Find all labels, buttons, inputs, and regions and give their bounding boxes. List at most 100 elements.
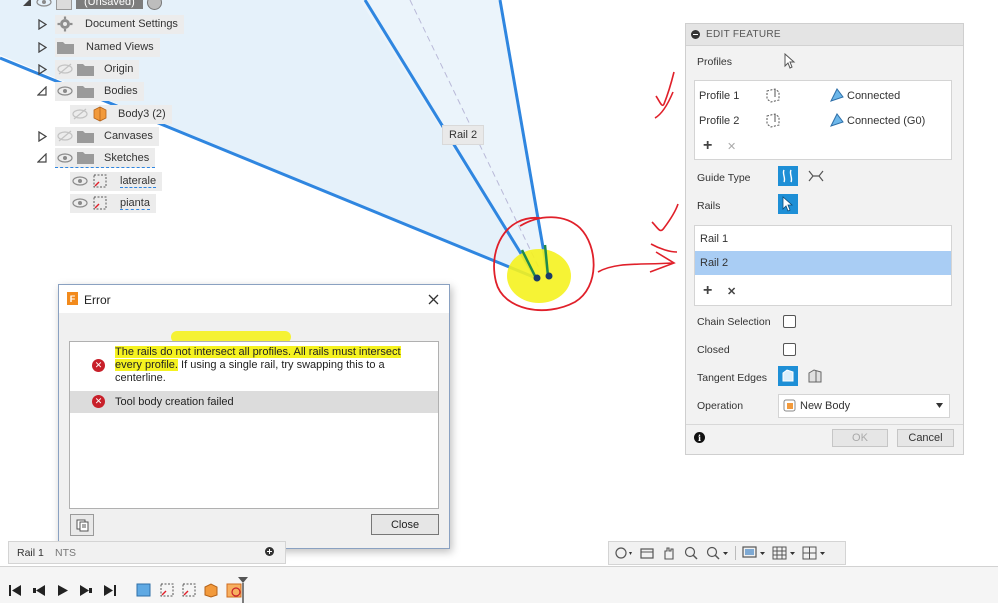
rail-2-canvas-label[interactable]: Rail 2 [442, 125, 485, 145]
expand-down-icon[interactable] [35, 84, 49, 98]
viewports-icon[interactable] [802, 545, 826, 561]
eye-icon[interactable] [72, 174, 88, 188]
tree-root-row[interactable]: (Unsaved) [20, 0, 168, 12]
error-icon: ✕ [92, 359, 105, 372]
expand-right-icon[interactable] [35, 129, 49, 143]
expand-right-icon[interactable] [35, 62, 49, 76]
dialog-titlebar[interactable]: F Error [59, 285, 449, 313]
rail-row-2-selected[interactable]: Rail 2 [695, 251, 951, 275]
close-icon[interactable] [428, 294, 439, 305]
go-to-start-icon[interactable] [8, 584, 22, 597]
eye-icon[interactable] [36, 0, 52, 9]
error-row-2[interactable]: ✕ Tool body creation failed [70, 391, 438, 413]
select-cursor-icon[interactable] [784, 53, 796, 69]
copy-button[interactable] [70, 514, 94, 536]
expand-right-icon[interactable] [35, 17, 49, 31]
rail-name: Rail 1 [700, 233, 729, 245]
remove-rail-button[interactable]: ✕ [727, 285, 736, 298]
error-icon: ✕ [92, 395, 105, 408]
tree-item-named-views[interactable]: Named Views [35, 37, 160, 57]
step-back-icon[interactable] [32, 584, 46, 597]
eye-hidden-icon[interactable] [72, 107, 88, 121]
panel-title: EDIT FEATURE [706, 29, 781, 40]
tree-item-origin[interactable]: Origin [35, 59, 140, 79]
collapse-icon[interactable] [691, 30, 700, 39]
step-forward-icon[interactable] [79, 584, 93, 597]
ok-button[interactable]: OK [832, 429, 888, 447]
operation-dropdown[interactable]: New Body [778, 394, 950, 418]
guide-type-rails-button[interactable] [778, 166, 798, 186]
remove-profile-button[interactable]: ✕ [727, 140, 736, 153]
new-body-icon [783, 399, 796, 412]
add-profile-button[interactable]: + [703, 137, 712, 155]
timeline-sketch-icon-2[interactable] [181, 582, 197, 598]
error-row-1[interactable]: ✕ The rails do not intersect all profile… [70, 342, 438, 390]
closed-checkbox[interactable] [783, 343, 796, 356]
eye-icon[interactable] [72, 196, 88, 210]
pan-hand-icon[interactable] [661, 545, 677, 561]
orbit-icon[interactable] [613, 545, 633, 561]
guide-type-label: Guide Type [697, 172, 751, 184]
profile-row-2[interactable]: Profile 2 Connected (G0) [699, 112, 949, 132]
eye-hidden-icon[interactable] [57, 129, 73, 143]
profile-condition[interactable]: Connected (G0) [847, 115, 925, 127]
rails-label: Rails [697, 200, 721, 212]
tree-item-body3[interactable]: Body3 (2) [70, 104, 172, 124]
rails-select-button[interactable] [778, 194, 798, 214]
connected-condition-icon[interactable] [829, 87, 845, 103]
selection-label: Rail 1 [17, 547, 44, 559]
expand-down-icon[interactable] [35, 151, 49, 165]
tree-item-label: Canvases [104, 130, 153, 142]
profile-condition[interactable]: Connected [847, 90, 900, 102]
record-icon[interactable] [146, 0, 162, 10]
rail-name: Rail 2 [700, 257, 729, 269]
eye-icon[interactable] [57, 84, 73, 98]
timeline-body-icon[interactable] [203, 582, 219, 598]
error-message-highlight: The rails do not intersect all profiles.… [115, 346, 401, 358]
add-icon[interactable] [265, 547, 274, 556]
eye-hidden-icon[interactable] [57, 62, 73, 76]
info-icon[interactable]: i [694, 432, 705, 443]
select-cursor-icon [782, 196, 794, 212]
keep-edges-icon[interactable] [807, 368, 823, 384]
profile-name: Profile 2 [699, 115, 740, 127]
timeline-marker[interactable] [237, 577, 249, 603]
tangent-edges-merge-button[interactable] [778, 366, 798, 386]
error-dialog: F Error ✕ The rails do not intersect all… [58, 284, 450, 549]
tree-item-label: Origin [104, 63, 134, 75]
cancel-button[interactable]: Cancel [897, 429, 954, 447]
chain-selection-checkbox[interactable] [783, 315, 796, 328]
add-rail-button[interactable]: + [703, 282, 712, 300]
tree-item-sketches[interactable]: Sketches [35, 148, 156, 168]
zoom-icon[interactable] [683, 545, 699, 561]
fit-zoom-icon[interactable] [705, 545, 729, 561]
folder-icon [77, 85, 94, 98]
status-bar-left: Rail 1 NTS [8, 541, 286, 564]
rail-row-1[interactable]: Rail 1 [695, 228, 951, 251]
close-button[interactable]: Close [371, 514, 439, 535]
look-at-icon[interactable] [639, 545, 655, 561]
panel-header[interactable]: EDIT FEATURE [686, 24, 963, 46]
timeline-canvas-icon[interactable] [136, 582, 152, 598]
navigation-toolbar [608, 541, 846, 565]
grid-settings-icon[interactable] [772, 545, 796, 561]
centerline-guide-icon[interactable] [807, 168, 825, 184]
expand-down-icon[interactable] [20, 0, 34, 9]
profile-row-1[interactable]: Profile 1 Connected [699, 87, 949, 107]
display-settings-icon[interactable] [742, 545, 766, 561]
folder-icon [77, 130, 94, 143]
tree-item-canvases[interactable]: Canvases [35, 126, 159, 146]
play-icon[interactable] [56, 584, 70, 597]
expand-right-icon[interactable] [35, 40, 49, 54]
tree-item-laterale[interactable]: laterale [70, 171, 163, 191]
sketch-icon [93, 196, 107, 210]
tree-item-pianta[interactable]: pianta [70, 193, 156, 213]
go-to-end-icon[interactable] [103, 584, 117, 597]
connected-condition-icon[interactable] [829, 112, 845, 128]
chevron-down-icon [936, 403, 943, 408]
folder-icon [57, 41, 74, 54]
tree-item-document-settings[interactable]: Document Settings [35, 14, 184, 34]
tree-item-bodies[interactable]: Bodies [35, 81, 144, 101]
eye-icon[interactable] [57, 151, 73, 165]
timeline-sketch-icon[interactable] [159, 582, 175, 598]
